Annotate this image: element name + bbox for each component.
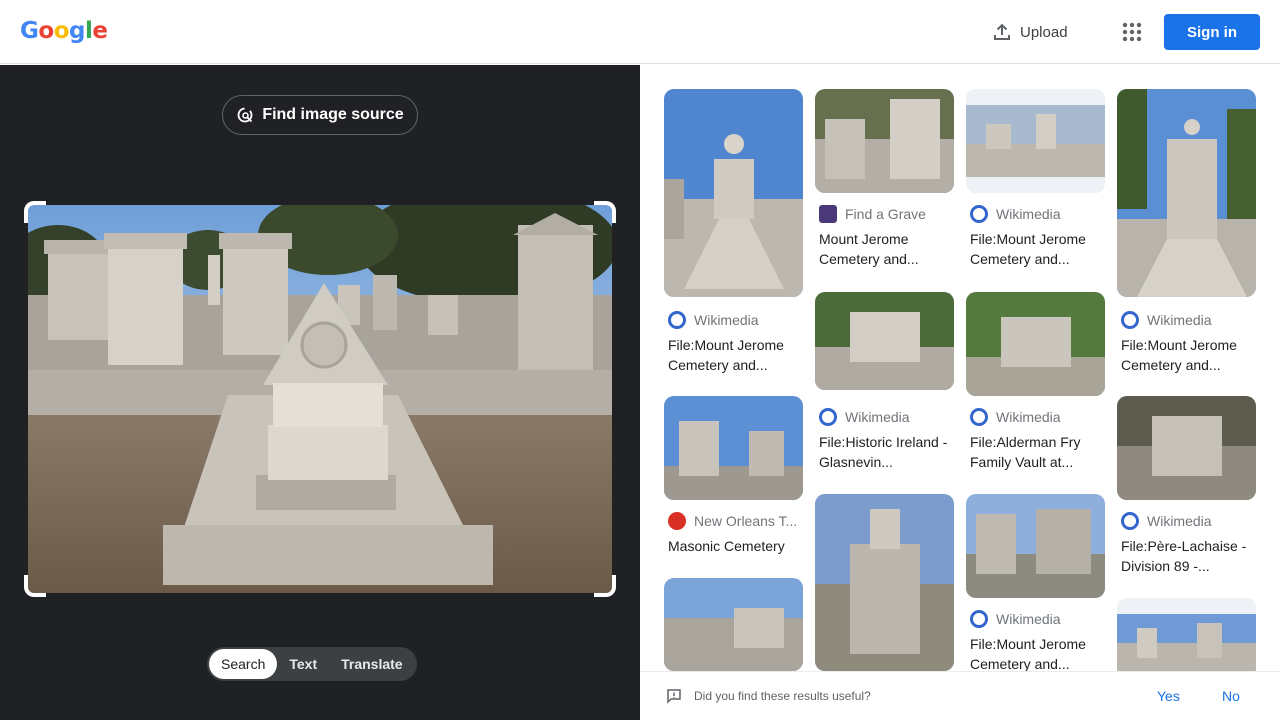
logo-letter: G: [20, 18, 39, 44]
crop-handle-top-left[interactable]: [24, 201, 46, 223]
result-card[interactable]: Wikimedia File:Père-Lachaise - Division …: [1117, 396, 1256, 586]
result-source-label: Wikimedia: [845, 409, 910, 425]
result-source: Wikimedia: [970, 408, 1105, 426]
logo-letter: e: [92, 18, 108, 44]
result-card[interactable]: Wikimedia File:Alderman Fry Family Vault…: [966, 292, 1105, 482]
result-source-label: Find a Grave: [845, 206, 926, 222]
result-source: Wikimedia: [1121, 311, 1256, 329]
result-title[interactable]: File:Mount Jerome Cemetery and...: [1121, 335, 1256, 375]
result-card[interactable]: [1117, 598, 1256, 671]
result-thumbnail[interactable]: [664, 578, 803, 671]
crop-handle-bottom-right[interactable]: [594, 575, 616, 597]
result-source: Wikimedia: [970, 205, 1105, 223]
result-thumbnail[interactable]: [966, 89, 1105, 193]
tab-translate[interactable]: Translate: [329, 649, 414, 679]
upload-icon: [994, 23, 1010, 40]
result-title[interactable]: Mount Jerome Cemetery and...: [819, 229, 954, 269]
apps-grid-icon[interactable]: [1120, 20, 1144, 44]
result-title[interactable]: File:Mount Jerome Cemetery and...: [668, 335, 803, 375]
result-thumbnail[interactable]: [966, 494, 1105, 598]
result-title[interactable]: File:Mount Jerome Cemetery and...: [970, 229, 1105, 269]
google-logo[interactable]: Google: [20, 18, 108, 44]
result-thumbnail[interactable]: [1117, 89, 1256, 297]
result-card[interactable]: Wikimedia File:Mount Jerome Cemetery and…: [966, 89, 1105, 279]
image-search-icon: [237, 107, 253, 123]
crop-handle-bottom-left[interactable]: [24, 575, 46, 597]
query-image-panel: Find image source Search Text Translate: [0, 65, 640, 720]
feedback-no-button[interactable]: No: [1222, 688, 1240, 704]
result-card[interactable]: New Orleans T... Masonic Cemetery: [664, 396, 803, 556]
result-source-label: New Orleans T...: [694, 513, 798, 529]
result-thumbnail[interactable]: [1117, 598, 1256, 671]
result-title[interactable]: Masonic Cemetery: [668, 536, 803, 556]
wikimedia-icon: [1121, 512, 1139, 530]
feedback-question: Did you find these results useful?: [694, 689, 871, 703]
result-thumbnail[interactable]: [966, 292, 1105, 396]
wikimedia-icon: [970, 610, 988, 628]
result-card[interactable]: Find a Grave Mount Jerome Cemetery and..…: [815, 89, 954, 279]
result-source-label: Wikimedia: [694, 312, 759, 328]
result-title[interactable]: File:Alderman Fry Family Vault at...: [970, 432, 1105, 472]
nola-icon: [668, 512, 686, 530]
upload-label: Upload: [1020, 23, 1068, 41]
result-thumbnail[interactable]: [815, 89, 954, 193]
find-image-source-label: Find image source: [262, 106, 404, 123]
result-thumbnail[interactable]: [664, 396, 803, 500]
result-source-label: Wikimedia: [1147, 513, 1212, 529]
logo-letter: o: [38, 18, 54, 44]
top-bar: Google Upload Sign in: [0, 0, 1280, 64]
result-source: New Orleans T...: [668, 512, 803, 530]
wikimedia-icon: [819, 408, 837, 426]
result-source-label: Wikimedia: [996, 409, 1061, 425]
result-thumbnail[interactable]: [815, 292, 954, 390]
result-source: Wikimedia: [970, 610, 1105, 628]
result-source-label: Wikimedia: [996, 611, 1061, 627]
logo-letter: l: [84, 18, 93, 44]
find-image-source-button[interactable]: Find image source: [222, 95, 418, 135]
result-source-label: Wikimedia: [996, 206, 1061, 222]
result-source-label: Wikimedia: [1147, 312, 1212, 328]
result-card[interactable]: [815, 494, 954, 671]
sign-in-button[interactable]: Sign in: [1164, 14, 1260, 50]
result-card[interactable]: Wikimedia File:Historic Ireland - Glasne…: [815, 292, 954, 482]
result-card[interactable]: Wikimedia File:Mount Jerome Cemetery and…: [966, 494, 1105, 671]
wikimedia-icon: [1121, 311, 1139, 329]
result-thumbnail[interactable]: [664, 89, 803, 297]
result-source: Wikimedia: [1121, 512, 1256, 530]
upload-button[interactable]: Upload: [992, 20, 1068, 44]
tab-search[interactable]: Search: [209, 649, 278, 679]
feedback-yes-button[interactable]: Yes: [1157, 688, 1180, 704]
result-title[interactable]: File:Père-Lachaise - Division 89 -...: [1121, 536, 1256, 576]
wikimedia-icon: [970, 205, 988, 223]
logo-letter: o: [53, 18, 70, 44]
result-card[interactable]: [664, 578, 803, 671]
result-title[interactable]: File:Historic Ireland - Glasnevin...: [819, 432, 954, 472]
query-image: [28, 205, 612, 593]
wikimedia-icon: [668, 311, 686, 329]
findagrave-icon: [819, 205, 837, 223]
crop-selection-box[interactable]: [24, 201, 616, 597]
wikimedia-icon: [970, 408, 988, 426]
feedback-icon: [667, 689, 681, 704]
result-source: Find a Grave: [819, 205, 954, 223]
logo-letter: g: [69, 18, 85, 44]
result-thumbnail[interactable]: [815, 494, 954, 671]
result-thumbnail[interactable]: [1117, 396, 1256, 500]
visual-matches-grid: Wikimedia File:Mount Jerome Cemetery and…: [640, 65, 1280, 671]
result-title[interactable]: File:Mount Jerome Cemetery and...: [970, 634, 1105, 671]
crop-handle-top-right[interactable]: [594, 201, 616, 223]
result-card[interactable]: Wikimedia File:Mount Jerome Cemetery and…: [664, 89, 803, 389]
result-card[interactable]: Wikimedia File:Mount Jerome Cemetery and…: [1117, 89, 1256, 389]
search-mode-tabs: Search Text Translate: [207, 647, 417, 681]
result-source: Wikimedia: [819, 408, 954, 426]
feedback-bar: Did you find these results useful? Yes N…: [640, 671, 1280, 720]
tab-text[interactable]: Text: [277, 649, 329, 679]
result-source: Wikimedia: [668, 311, 803, 329]
